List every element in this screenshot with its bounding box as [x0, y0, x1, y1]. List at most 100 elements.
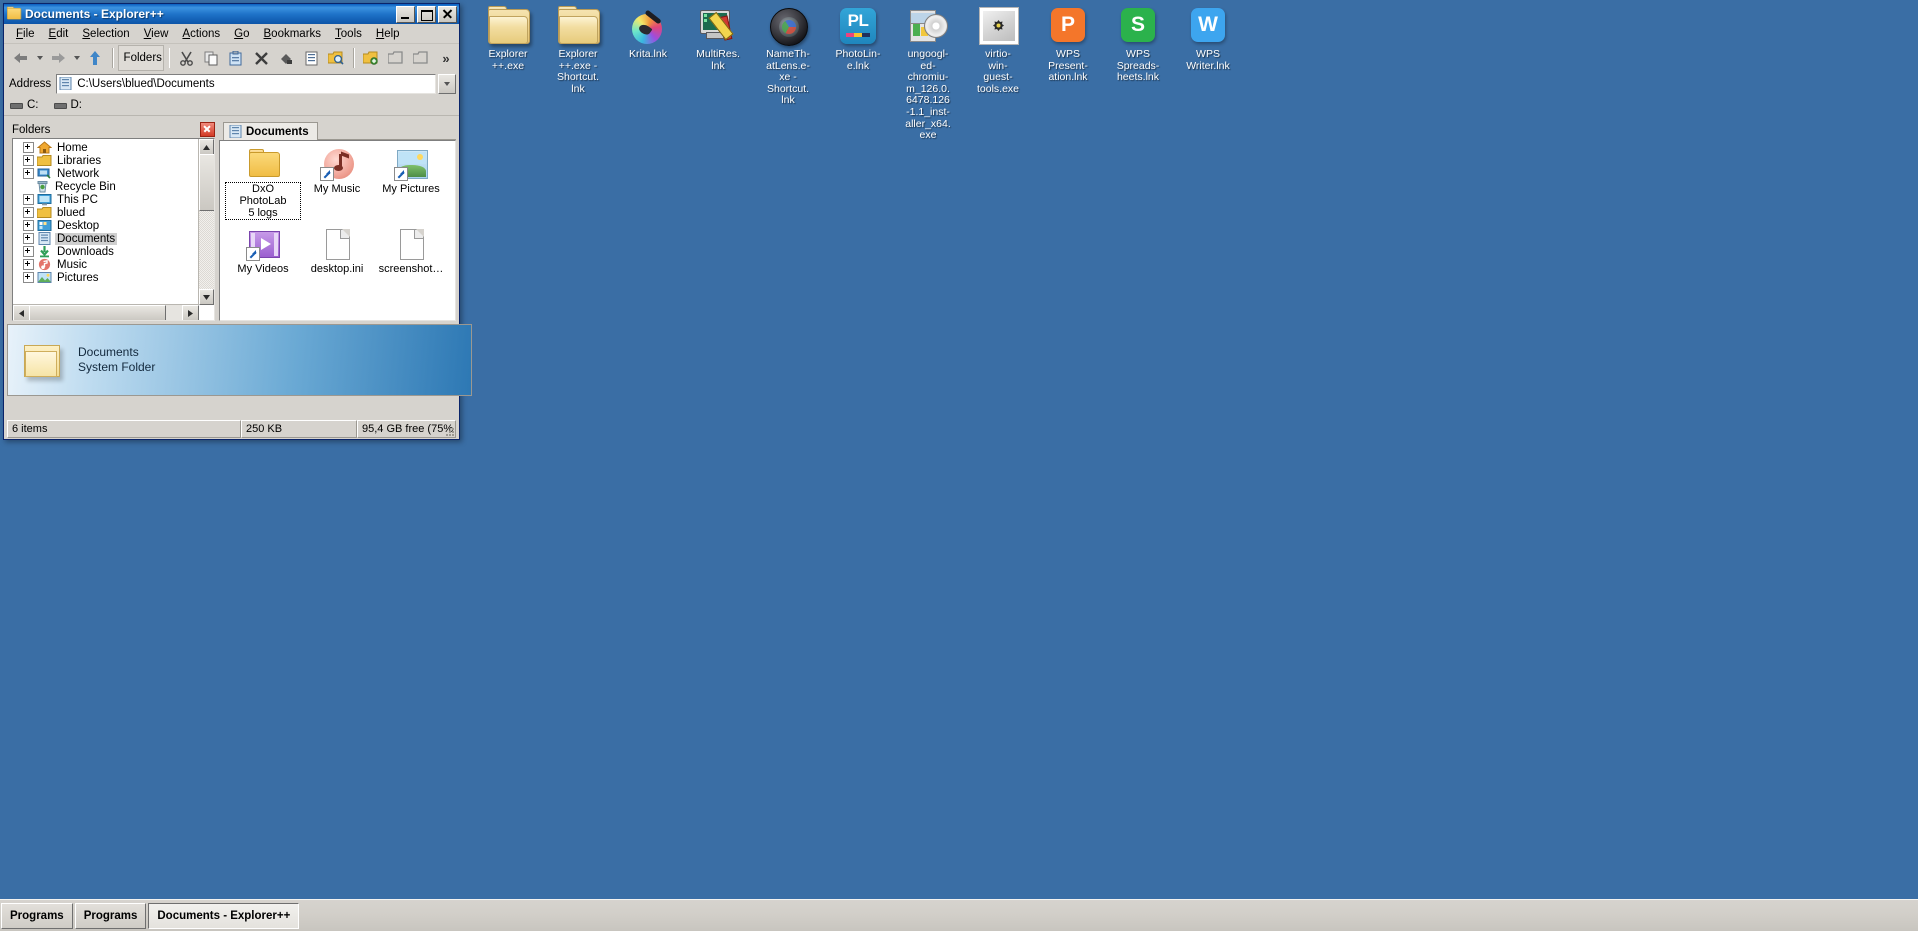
file-item[interactable]: My Videos [226, 227, 300, 275]
file-list[interactable]: DxO PhotoLab 5 logs My Music My Pictures My … [219, 140, 456, 321]
desktop-icon[interactable]: W WPS Writer.lnk [1174, 4, 1242, 72]
back-dropdown[interactable] [34, 46, 45, 70]
tree-scroll-up-button[interactable] [199, 139, 214, 155]
delete-button[interactable] [249, 46, 273, 70]
paste-button[interactable] [224, 46, 248, 70]
desktop-icon[interactable]: S WPS Spreads-heets.lnk [1104, 4, 1172, 84]
libraries-icon [36, 154, 52, 167]
videos-icon [246, 227, 280, 261]
tree-expand-icon[interactable] [23, 246, 34, 257]
folders-pane-close-icon[interactable] [200, 122, 215, 137]
tree-item-this-pc[interactable]: This PC [13, 193, 214, 206]
desktop-icon[interactable]: P WPS Present-ation.lnk [1034, 4, 1102, 84]
toolbar-overflow-button[interactable]: » [434, 46, 458, 70]
tree-item-pictures[interactable]: Pictures [13, 271, 214, 284]
tree-item-network[interactable]: Network [13, 167, 214, 180]
resize-grip[interactable] [443, 425, 454, 436]
menu-go[interactable]: Go [227, 27, 256, 41]
file-item[interactable]: My Music [300, 147, 374, 219]
new-folder-button[interactable] [359, 46, 383, 70]
desktop-icon[interactable]: ungoogl-ed-chromiu-m_126.0. 6478.126 -1.1_… [894, 4, 962, 142]
tree-scroll-right-button[interactable] [182, 305, 199, 320]
properties-button[interactable] [299, 46, 323, 70]
explorerpp-window[interactable]: Documents - Explorer++ File Edit Selection… [3, 3, 472, 440]
drive-c[interactable]: C: [9, 99, 39, 111]
tree-item-libraries[interactable]: Libraries [13, 154, 214, 167]
status-items-count: 6 items [7, 420, 241, 438]
menu-selection[interactable]: Selection [75, 27, 136, 41]
tree-scroll-left-button[interactable] [13, 305, 30, 320]
tree-expand-icon[interactable] [23, 220, 34, 231]
desktop-icon[interactable]: virtio-win-guest-tools.exe [964, 4, 1032, 95]
menu-actions[interactable]: Actions [175, 27, 227, 41]
toolbar-separator-3 [353, 48, 355, 68]
tree-horizontal-scrollbar[interactable] [13, 304, 199, 320]
tree-expand-icon[interactable] [23, 272, 34, 283]
music-icon [37, 258, 52, 271]
tree-item-home[interactable]: Home [13, 141, 214, 154]
folder-tree[interactable]: Home Libraries Network Recycle Bin This PC bl… [13, 139, 214, 320]
tree-expand-icon[interactable] [23, 142, 34, 153]
desktop-icon-label: Krita.lnk [629, 48, 667, 60]
tree-expand-icon[interactable] [23, 194, 34, 205]
tree-item-blued[interactable]: blued [13, 206, 214, 219]
info-band-subtitle: System Folder [78, 360, 156, 374]
close-button[interactable] [438, 5, 457, 23]
tree-item-downloads[interactable]: Downloads [13, 245, 214, 258]
maximize-button[interactable] [417, 5, 436, 23]
minimize-button[interactable] [396, 5, 415, 23]
menu-bookmarks[interactable]: Bookmarks [257, 27, 329, 41]
tree-expand-icon[interactable] [23, 155, 34, 166]
tree-vertical-scrollbar[interactable] [198, 139, 214, 305]
desktop-icon[interactable]: Explorer ++.exe - Shortcut. lnk [544, 4, 612, 95]
forward-dropdown[interactable] [71, 46, 82, 70]
file-item[interactable]: desktop.ini [300, 227, 374, 275]
address-dropdown-button[interactable] [438, 73, 456, 94]
menu-help[interactable]: Help [369, 27, 407, 41]
taskbar-button[interactable]: Programs [1, 902, 73, 929]
tree-expand-icon[interactable] [23, 168, 34, 179]
folders-toggle-button[interactable]: Folders [117, 45, 164, 71]
copy-to-folder-button[interactable] [384, 46, 408, 70]
desktop-icon[interactable]: Explorer ++.exe [474, 4, 542, 72]
cut-button[interactable] [174, 46, 198, 70]
tree-item-label: This PC [57, 193, 98, 206]
tree-item-recycle-bin[interactable]: Recycle Bin [13, 180, 214, 193]
menu-edit[interactable]: Edit [42, 27, 76, 41]
file-item[interactable]: My Pictures [374, 147, 448, 219]
forward-button[interactable] [46, 46, 70, 70]
menu-file[interactable]: File [9, 27, 42, 41]
up-button[interactable] [83, 46, 107, 70]
delete-permanently-button[interactable] [274, 46, 298, 70]
back-button[interactable] [9, 46, 33, 70]
desktop-icon[interactable]: Krita.lnk [614, 4, 682, 61]
address-input[interactable]: C:\Users\blued\Documents [56, 73, 436, 94]
copy-button[interactable] [199, 46, 223, 70]
tree-item-music[interactable]: Music [13, 258, 214, 271]
tree-item-desktop[interactable]: Desktop [13, 219, 214, 232]
move-to-folder-button[interactable] [409, 46, 433, 70]
tree-scroll-track[interactable] [199, 154, 214, 290]
taskbar[interactable]: Programs Programs Documents - Explorer++ [0, 899, 1918, 931]
taskbar-button[interactable]: Documents - Explorer++ [148, 902, 300, 929]
drive-d[interactable]: D: [53, 99, 82, 111]
tree-item-documents[interactable]: Documents [13, 232, 214, 245]
tab-documents-label: Documents [246, 125, 309, 138]
tree-expand-icon[interactable] [23, 259, 34, 270]
file-item[interactable]: DxO PhotoLab 5 logs [225, 147, 301, 220]
tree-expand-icon[interactable] [23, 233, 34, 244]
menu-view[interactable]: View [137, 27, 176, 41]
taskbar-button[interactable]: Programs [74, 902, 147, 929]
tree-scroll-down-button[interactable] [199, 289, 214, 305]
tree-expand-icon[interactable] [23, 207, 34, 218]
window-titlebar[interactable]: Documents - Explorer++ [4, 4, 459, 24]
krita-icon [627, 4, 669, 46]
desktop-icon[interactable]: NameTh-atLens.e-xe - Shortcut. lnk [754, 4, 822, 107]
menu-tools[interactable]: Tools [328, 27, 369, 41]
file-item[interactable]: screenshot… [374, 227, 448, 275]
search-button[interactable] [324, 46, 348, 70]
desktop-icon[interactable]: MultiRes. lnk [684, 4, 752, 72]
tab-documents[interactable]: Documents [223, 122, 318, 140]
desktop-icon[interactable]: PL PhotoLin-e.lnk [824, 4, 892, 72]
info-band-folder-icon [22, 343, 62, 377]
